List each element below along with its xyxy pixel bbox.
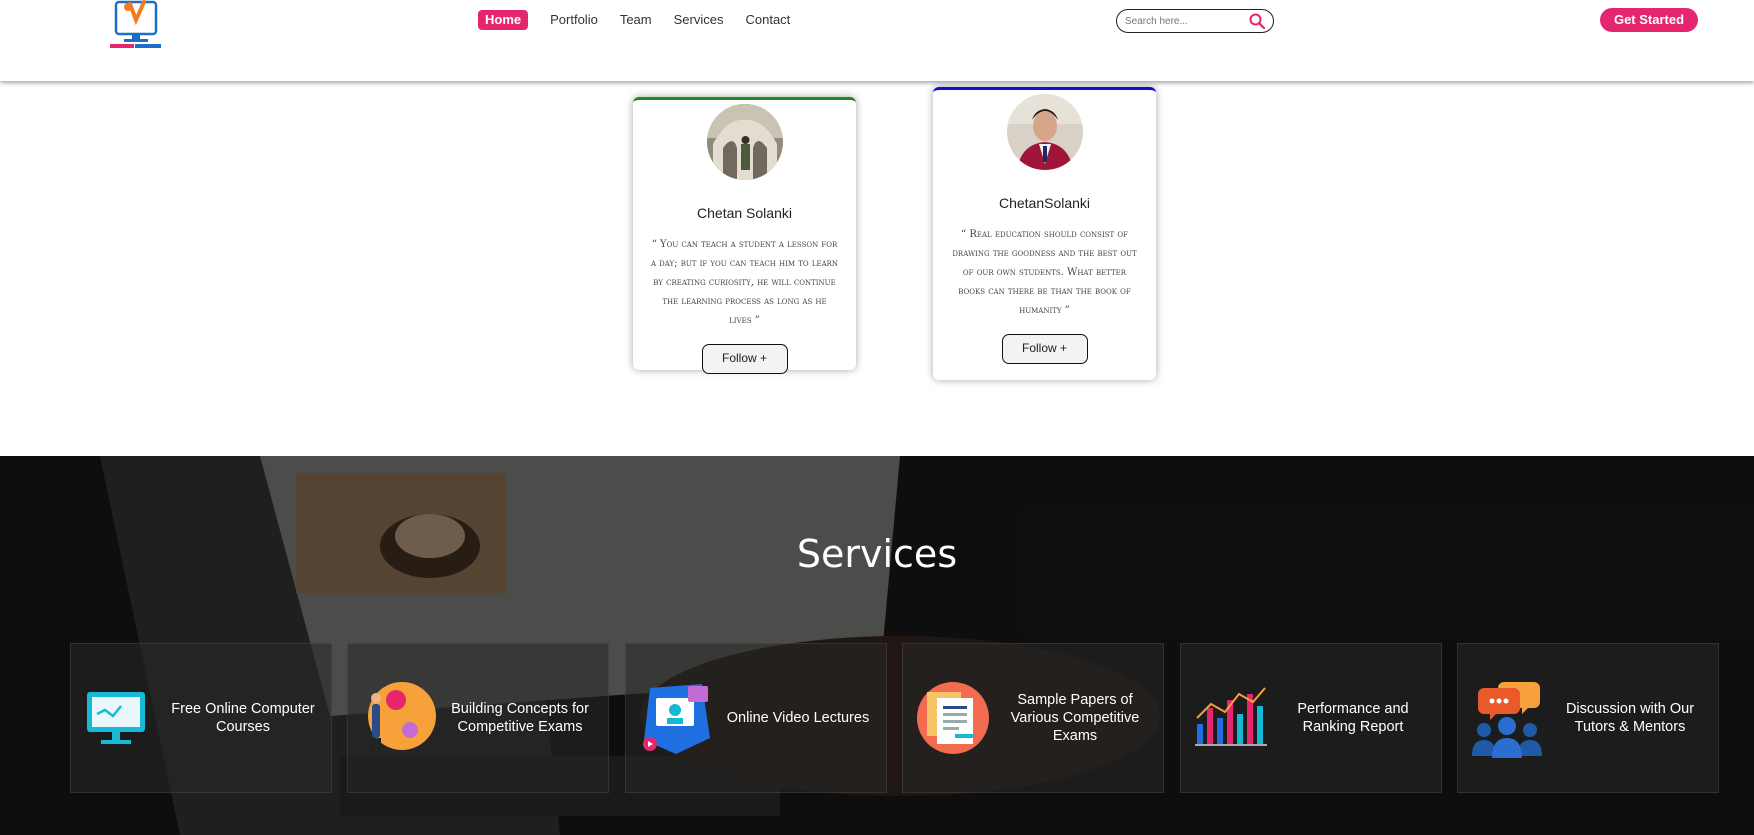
service-label: Performance and Ranking Report [1297, 701, 1409, 735]
get-started-button[interactable]: Get Started [1600, 8, 1698, 32]
team-card: Chetan Solanki “ You can teach a student… [633, 97, 856, 374]
search-box [1116, 9, 1274, 33]
discussion-group-icon [1472, 682, 1542, 758]
service-label: Sample Papers of Various Competitive Exa… [1010, 692, 1140, 744]
sample-papers-icon [917, 682, 989, 754]
site-logo[interactable] [108, 0, 164, 50]
member-avatar [706, 104, 783, 180]
service-card[interactable]: Free Online Computer Courses [70, 643, 332, 793]
member-name: ChetanSolanki [998, 195, 1091, 211]
concept-person-icon [368, 682, 436, 752]
services-section: Services Free Online Computer Courses Bu… [0, 456, 1754, 835]
service-card[interactable]: Online Video Lectures [625, 643, 887, 793]
nav-team[interactable]: Team [620, 10, 652, 30]
service-card[interactable]: Sample Papers of Various Competitive Exa… [902, 643, 1164, 793]
main-nav: Home Portfolio Team Services Contact [478, 10, 812, 30]
nav-contact[interactable]: Contact [745, 10, 790, 30]
member-quote: “ Real education should consist of drawi… [952, 229, 1137, 316]
computer-monitor-icon [87, 692, 145, 744]
follow-button[interactable]: Follow + [701, 344, 788, 374]
bar-chart-icon [1195, 687, 1267, 746]
service-label: Discussion with Our Tutors & Mentors [1565, 701, 1695, 735]
service-card[interactable]: Performance and Ranking Report [1180, 643, 1442, 793]
member-name: Chetan Solanki [697, 205, 792, 221]
follow-button[interactable]: Follow + [1001, 334, 1088, 364]
team-card: ChetanSolanki “ Real education should co… [933, 87, 1156, 380]
service-card[interactable]: Building Concepts for Competitive Exams [347, 643, 609, 793]
nav-services[interactable]: Services [674, 10, 724, 30]
video-lecture-icon [643, 684, 710, 754]
member-quote: “ You can teach a student a lesson for a… [650, 239, 839, 326]
nav-portfolio[interactable]: Portfolio [550, 10, 598, 30]
member-avatar [1006, 94, 1083, 170]
search-input[interactable] [1125, 15, 1243, 27]
nav-home[interactable]: Home [478, 10, 529, 30]
service-card[interactable]: Discussion with Our Tutors & Mentors [1457, 643, 1719, 793]
services-title: Services [796, 532, 958, 576]
service-label: Building Concepts for Competitive Exams [451, 701, 589, 735]
service-label: Online Video Lectures [726, 710, 870, 726]
search-icon[interactable] [1249, 13, 1265, 29]
navbar: Home Portfolio Team Services Contact Get… [0, 0, 1754, 81]
service-label: Free Online Computer Courses [171, 701, 315, 735]
